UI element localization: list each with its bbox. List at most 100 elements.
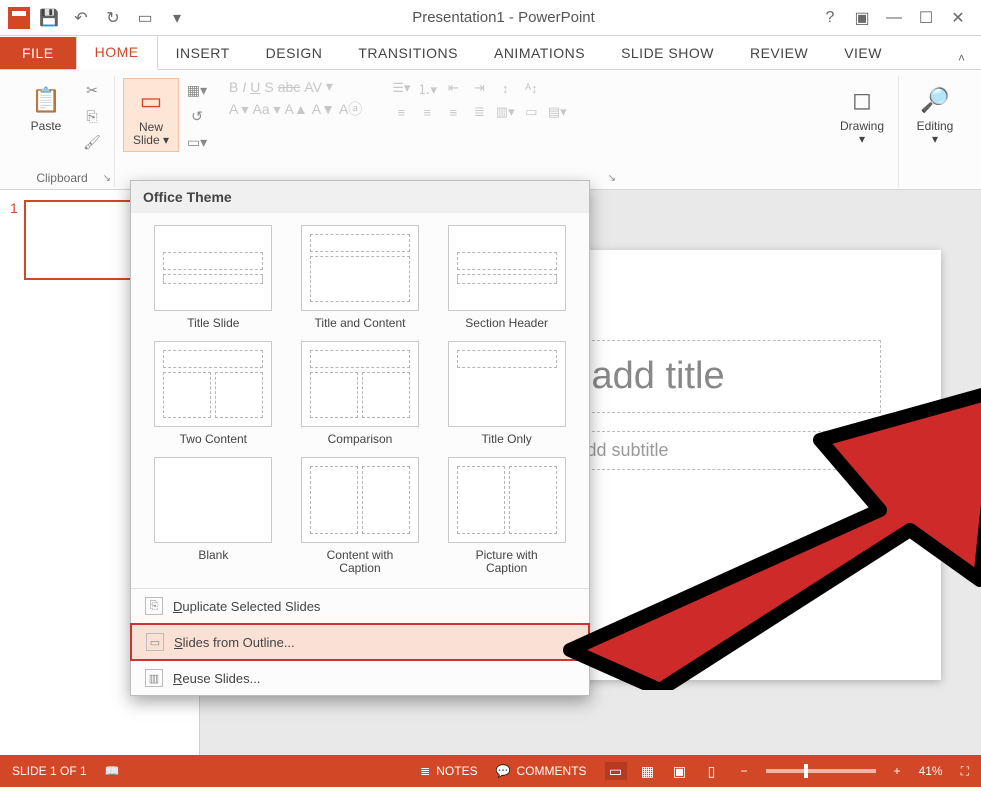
layout-content-with-caption[interactable]: Content with Caption <box>294 457 427 577</box>
tab-view[interactable]: VIEW <box>826 37 900 69</box>
align-text-icon[interactable]: ▭ <box>520 102 542 122</box>
fit-to-window-icon[interactable]: ⛶ <box>961 764 969 779</box>
format-painter-icon[interactable]: 🖌 <box>78 130 106 154</box>
slide-counter[interactable]: SLIDE 1 OF 1 <box>12 764 87 778</box>
ribbon: 📋 Paste ✂ ⎘ 🖌 Clipboard ↘ ▭ New Slide ▾ … <box>0 70 981 190</box>
numbering-icon[interactable]: ⒈▾ <box>416 78 438 98</box>
drawing-button[interactable]: ◻ Drawing▾ <box>834 78 890 150</box>
clipboard-dialog-launcher-icon[interactable]: ↘ <box>103 173 111 184</box>
tab-insert[interactable]: INSERT <box>158 37 248 69</box>
justify-icon[interactable]: ≣ <box>468 102 490 122</box>
title-bar: 💾 ↶ ↻ ▭ ▾ Presentation1 - PowerPoint ? ▣… <box>0 0 981 36</box>
slides-from-outline[interactable]: ▭ Slides from Outline... <box>130 623 590 661</box>
reading-view-icon[interactable]: ▣ <box>669 762 691 780</box>
layout-comparison[interactable]: Comparison <box>294 341 427 447</box>
tab-file[interactable]: FILE <box>0 37 76 69</box>
layout-name: Two Content <box>180 433 247 447</box>
layout-title-and-content[interactable]: Title and Content <box>294 225 427 331</box>
zoom-percentage[interactable]: 41% <box>919 764 943 778</box>
layout-title-slide[interactable]: Title Slide <box>147 225 280 331</box>
layout-icon[interactable]: ▦▾ <box>183 78 211 102</box>
convert-smartart-icon[interactable]: ▤▾ <box>546 102 568 122</box>
redo-icon[interactable]: ↻ <box>100 5 126 31</box>
tab-review[interactable]: REVIEW <box>732 37 826 69</box>
zoom-in-icon[interactable]: + <box>894 764 901 778</box>
line-spacing-icon[interactable]: ↕ <box>494 78 516 98</box>
tab-slideshow[interactable]: SLIDE SHOW <box>603 37 732 69</box>
align-center-icon[interactable]: ≡ <box>416 102 438 122</box>
shadow-icon[interactable]: S <box>264 79 273 95</box>
duplicate-selected-slides[interactable]: ⎘ Duplicate Selected Slides <box>131 589 589 623</box>
zoom-out-icon[interactable]: − <box>741 764 748 778</box>
slide-sorter-icon[interactable]: ▦ <box>637 762 659 780</box>
align-left-icon[interactable]: ≡ <box>390 102 412 122</box>
editing-button[interactable]: 🔎 Editing▾ <box>907 78 963 150</box>
save-icon[interactable]: 💾 <box>36 5 62 31</box>
layout-name: Title Only <box>482 433 532 447</box>
font-case[interactable]: Aa ▾ <box>252 101 280 118</box>
tab-transitions[interactable]: TRANSITIONS <box>340 37 476 69</box>
layout-name: Picture with Caption <box>476 549 538 577</box>
normal-view-icon[interactable]: ▭ <box>605 762 627 780</box>
powerpoint-app-icon <box>8 7 30 29</box>
close-icon[interactable]: ✕ <box>945 5 971 31</box>
new-slide-button[interactable]: ▭ New Slide ▾ <box>123 78 179 152</box>
new-slide-gallery: Office Theme Title Slide Title and Conte… <box>130 180 590 696</box>
layout-two-content[interactable]: Two Content <box>147 341 280 447</box>
minimize-icon[interactable]: — <box>881 5 907 31</box>
clipboard-icon: 📋 <box>28 82 64 118</box>
char-spacing-icon[interactable]: AV <box>304 79 322 95</box>
decrease-indent-icon[interactable]: ⇤ <box>442 78 464 98</box>
qat-customize-icon[interactable]: ▾ <box>164 5 190 31</box>
layout-name: Title and Content <box>315 317 406 331</box>
decrease-font-icon[interactable]: A▼ <box>312 101 335 117</box>
increase-indent-icon[interactable]: ⇥ <box>468 78 490 98</box>
tab-animations[interactable]: ANIMATIONS <box>476 37 603 69</box>
layout-title-only[interactable]: Title Only <box>440 341 573 447</box>
section-icon[interactable]: ▭▾ <box>183 130 211 154</box>
font-paragraph-group: B I U S abc AV ▾ A ▾ Aa ▾ A▲ A▼ Aⓐ <box>219 76 826 187</box>
layout-thumb <box>154 341 272 427</box>
font-dropdown-icon[interactable]: ▾ <box>326 78 333 95</box>
text-direction-icon[interactable]: ᴬ↕ <box>520 78 542 98</box>
bullets-icon[interactable]: ☰▾ <box>390 78 412 98</box>
maximize-icon[interactable]: ☐ <box>913 5 939 31</box>
help-icon[interactable]: ? <box>817 5 843 31</box>
reset-icon[interactable]: ↺ <box>183 104 211 128</box>
layout-thumb <box>154 225 272 311</box>
zoom-slider[interactable] <box>766 769 876 773</box>
layout-thumb <box>301 225 419 311</box>
copy-icon[interactable]: ⎘ <box>78 104 106 128</box>
font-face[interactable]: A ▾ <box>229 101 248 118</box>
comments-label: COMMENTS <box>517 764 587 778</box>
clear-format-icon[interactable]: Aⓐ <box>339 99 362 119</box>
layout-name: Content with Caption <box>327 549 394 577</box>
columns-icon[interactable]: ▥▾ <box>494 102 516 122</box>
paste-button[interactable]: 📋 Paste <box>18 78 74 137</box>
align-right-icon[interactable]: ≡ <box>442 102 464 122</box>
ribbon-display-icon[interactable]: ▣ <box>849 5 875 31</box>
comments-button[interactable]: 💬 COMMENTS <box>496 764 587 778</box>
spellcheck-icon[interactable]: 📖 <box>105 764 120 778</box>
layout-picture-with-caption[interactable]: Picture with Caption <box>440 457 573 577</box>
undo-icon[interactable]: ↶ <box>68 5 94 31</box>
increase-font-icon[interactable]: A▲ <box>285 101 308 117</box>
duplicate-icon: ⎘ <box>145 597 163 615</box>
paragraph-dialog-launcher-icon[interactable]: ↘ <box>608 173 616 184</box>
collapse-ribbon-icon[interactable]: ˄ <box>950 47 973 69</box>
layout-section-header[interactable]: Section Header <box>440 225 573 331</box>
reuse-slides[interactable]: ▥ Reuse Slides... <box>131 661 589 695</box>
shapes-icon: ◻ <box>844 82 880 118</box>
layout-blank[interactable]: Blank <box>147 457 280 577</box>
cut-icon[interactable]: ✂ <box>78 78 106 102</box>
notes-button[interactable]: ≣ NOTES <box>420 764 477 778</box>
start-from-beginning-icon[interactable]: ▭ <box>132 5 158 31</box>
underline-icon[interactable]: U <box>250 79 260 95</box>
strikethrough-icon[interactable]: abc <box>278 79 301 95</box>
bold-icon[interactable]: B <box>229 79 238 95</box>
italic-icon[interactable]: I <box>242 79 246 95</box>
slideshow-view-icon[interactable]: ▯ <box>701 762 723 780</box>
tab-home[interactable]: HOME <box>76 35 158 70</box>
tab-design[interactable]: DESIGN <box>248 37 341 69</box>
paste-label: Paste <box>31 120 62 133</box>
